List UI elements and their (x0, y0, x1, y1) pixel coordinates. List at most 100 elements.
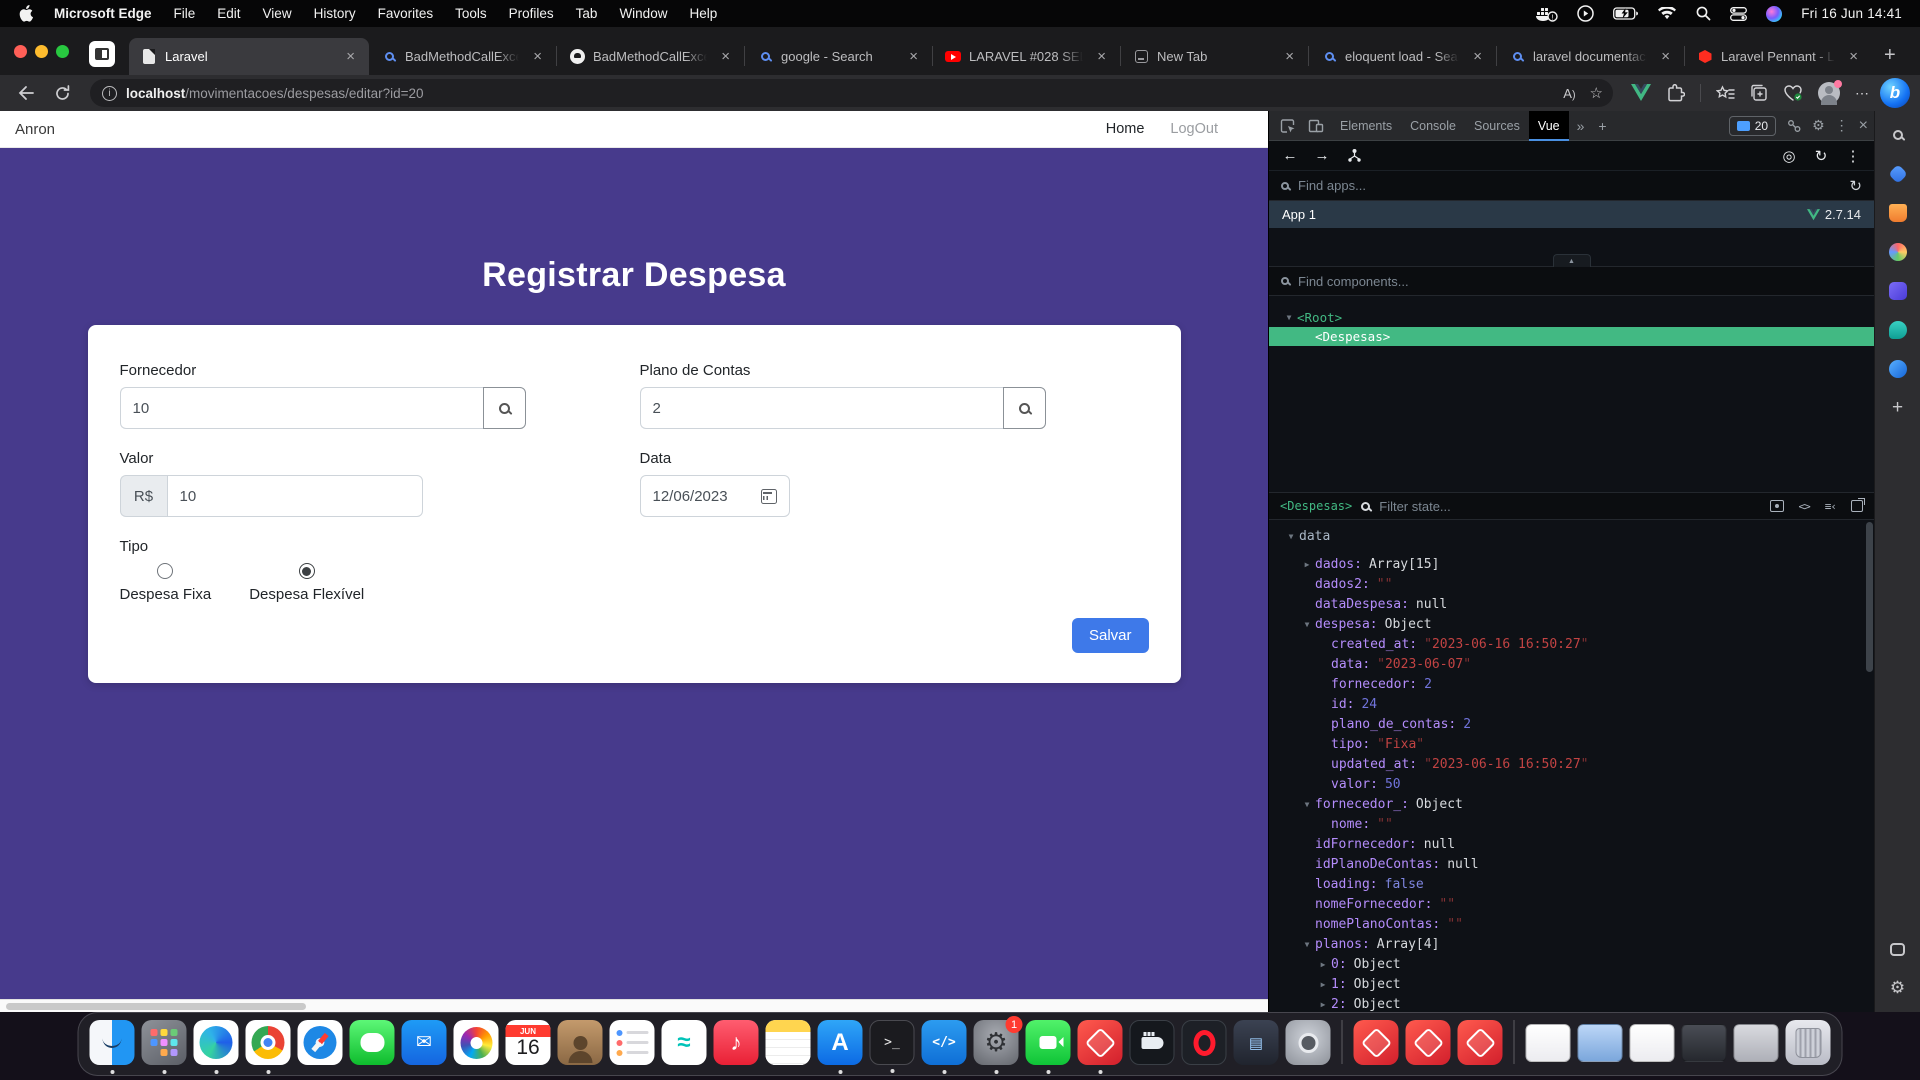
dock-launchpad-icon[interactable] (142, 1020, 187, 1065)
nav-logout-link[interactable]: LogOut (1170, 121, 1218, 137)
sidebar-shopping-bag-icon[interactable] (1886, 201, 1910, 225)
plano-search-button[interactable] (1003, 387, 1046, 429)
minimized-window-3[interactable] (1630, 1024, 1675, 1062)
browser-tab[interactable]: BadMethodCallExcept× (557, 38, 744, 75)
inspect-dom-target-icon[interactable]: ◎ (1776, 144, 1802, 168)
sidebar-add-icon[interactable]: + (1886, 396, 1910, 420)
menu-item-view[interactable]: View (252, 6, 303, 21)
menu-item-edit[interactable]: Edit (206, 6, 251, 21)
state-row[interactable]: ▼data (1269, 526, 1874, 546)
component-tree-item[interactable]: <Despesas> (1269, 327, 1874, 346)
dock-calendar-icon[interactable]: JUN16 (506, 1020, 551, 1065)
tab-close-icon[interactable]: × (340, 46, 361, 67)
sidebar-shopping-tag-icon[interactable] (1886, 162, 1910, 186)
radio-button[interactable] (299, 563, 315, 579)
state-row[interactable]: dados2:"" (1269, 574, 1874, 594)
state-row[interactable]: id:24 (1269, 694, 1874, 714)
inspect-element-icon[interactable] (1275, 114, 1301, 138)
state-row[interactable]: nomePlanoContas:"" (1269, 914, 1874, 934)
state-row[interactable]: fornecedor:2 (1269, 674, 1874, 694)
copilot-sidebar-button[interactable]: b (1880, 78, 1910, 108)
dock-gem-app-4-icon[interactable] (1458, 1020, 1503, 1065)
site-info-icon[interactable]: i (102, 86, 117, 101)
docker-menu-icon[interactable]: ! (1536, 6, 1558, 22)
state-row[interactable]: nomeFornecedor:"" (1269, 894, 1874, 914)
minimized-window-4[interactable] (1682, 1024, 1727, 1062)
devtools-tab-console[interactable]: Console (1401, 111, 1465, 141)
sidebar-search-icon[interactable] (1886, 123, 1910, 147)
dock-facetime-icon[interactable] (1026, 1020, 1071, 1065)
vue-forward-icon[interactable]: → (1309, 144, 1335, 168)
component-tree-item[interactable]: ▼<Root> (1269, 308, 1874, 327)
state-row[interactable]: loading:false (1269, 874, 1874, 894)
record-state-icon[interactable] (1770, 500, 1784, 512)
devtools-tab-elements[interactable]: Elements (1331, 111, 1401, 141)
dock-settings-icon[interactable]: ⚙1 (974, 1020, 1019, 1065)
back-button[interactable] (10, 78, 42, 108)
browser-tab[interactable]: New Tab× (1121, 38, 1308, 75)
sidebar-profiles-icon[interactable] (1886, 240, 1910, 264)
close-window-button[interactable] (14, 45, 27, 58)
sidebar-tools-panel-icon[interactable] (1886, 937, 1910, 961)
collections-icon[interactable] (1750, 84, 1768, 102)
refresh-button[interactable] (46, 78, 78, 108)
minimized-window-5[interactable] (1734, 1024, 1779, 1062)
state-row[interactable]: ▼despesa:Object (1269, 614, 1874, 634)
collapse-apps-button[interactable]: ▲ (1553, 254, 1591, 267)
favorite-star-icon[interactable]: ☆ (1590, 84, 1603, 102)
find-apps-row[interactable]: Find apps... ↻ (1269, 171, 1874, 201)
extensions-puzzle-icon[interactable] (1666, 84, 1685, 103)
sidebar-designer-icon[interactable] (1886, 279, 1910, 303)
minimized-window-1[interactable] (1526, 1024, 1571, 1062)
settings-more-icon[interactable]: ⋯ (1855, 85, 1870, 102)
address-bar[interactable]: i localhost /movimentacoes/despesas/edit… (90, 79, 1613, 107)
dock-edge-icon[interactable] (194, 1020, 239, 1065)
dock-app-store-icon[interactable]: A (818, 1020, 863, 1065)
menu-app-name[interactable]: Microsoft Edge (43, 6, 163, 21)
devtools-menu-icon[interactable]: ⋮ (1835, 117, 1849, 134)
state-row[interactable]: ▼fornecedor_:Object (1269, 794, 1874, 814)
date-input[interactable]: 12/06/2023 (640, 475, 790, 517)
browser-tab[interactable]: laravel documentacao× (1497, 38, 1684, 75)
sidebar-discover-icon[interactable] (1886, 357, 1910, 381)
dock-music-icon[interactable]: ♪ (714, 1020, 759, 1065)
menu-item-tools[interactable]: Tools (444, 6, 498, 21)
minimize-window-button[interactable] (35, 45, 48, 58)
vue-app-row[interactable]: App 1 2.7.14 (1269, 201, 1874, 228)
vue-devtools-extension-icon[interactable] (1631, 84, 1651, 102)
zoom-window-button[interactable] (56, 45, 69, 58)
menu-clock[interactable]: Fri 16 Jun 14:41 (1801, 6, 1902, 21)
dock-notes-icon[interactable] (766, 1020, 811, 1065)
dock-gem-app-1-icon[interactable] (1078, 1020, 1123, 1065)
play-menu-icon[interactable] (1577, 5, 1594, 22)
scrollbar-thumb[interactable] (6, 1003, 306, 1010)
menu-item-profiles[interactable]: Profiles (498, 6, 565, 21)
dock-messages-icon[interactable] (350, 1020, 395, 1065)
state-row[interactable]: valor:50 (1269, 774, 1874, 794)
fornecedor-search-button[interactable] (483, 387, 526, 429)
dock-dev-app-icon[interactable]: ▤ (1234, 1020, 1279, 1065)
menu-item-history[interactable]: History (303, 6, 367, 21)
dock-freeform-icon[interactable]: ≈ (662, 1020, 707, 1065)
dock-mail-icon[interactable]: ✉ (402, 1020, 447, 1065)
plano-input[interactable] (640, 387, 1003, 429)
issues-icon[interactable] (1786, 118, 1802, 134)
dock-gem-app-2-icon[interactable] (1354, 1020, 1399, 1065)
device-toolbar-icon[interactable] (1303, 114, 1329, 138)
tab-close-icon[interactable]: × (1467, 46, 1488, 67)
tab-close-icon[interactable]: × (1843, 46, 1864, 67)
calendar-icon[interactable] (761, 489, 777, 504)
horizontal-scrollbar[interactable] (0, 999, 1268, 1012)
dock-vscode-icon[interactable]: </> (922, 1020, 967, 1065)
minimized-window-2[interactable] (1578, 1024, 1623, 1062)
dock-trash-icon[interactable] (1786, 1020, 1831, 1065)
dock-docker-desktop-icon[interactable] (1130, 1020, 1175, 1065)
menu-item-help[interactable]: Help (678, 6, 728, 21)
devtools-scrollbar[interactable] (1866, 522, 1873, 672)
state-row[interactable]: ▶0:Object (1269, 954, 1874, 974)
dock-gem-app-3-icon[interactable] (1406, 1020, 1451, 1065)
refresh-apps-icon[interactable]: ↻ (1849, 177, 1862, 195)
tab-close-icon[interactable]: × (1279, 46, 1300, 67)
browser-essentials-icon[interactable] (1783, 84, 1803, 102)
browser-tab[interactable]: LARAVEL #028 SELEC× (933, 38, 1120, 75)
